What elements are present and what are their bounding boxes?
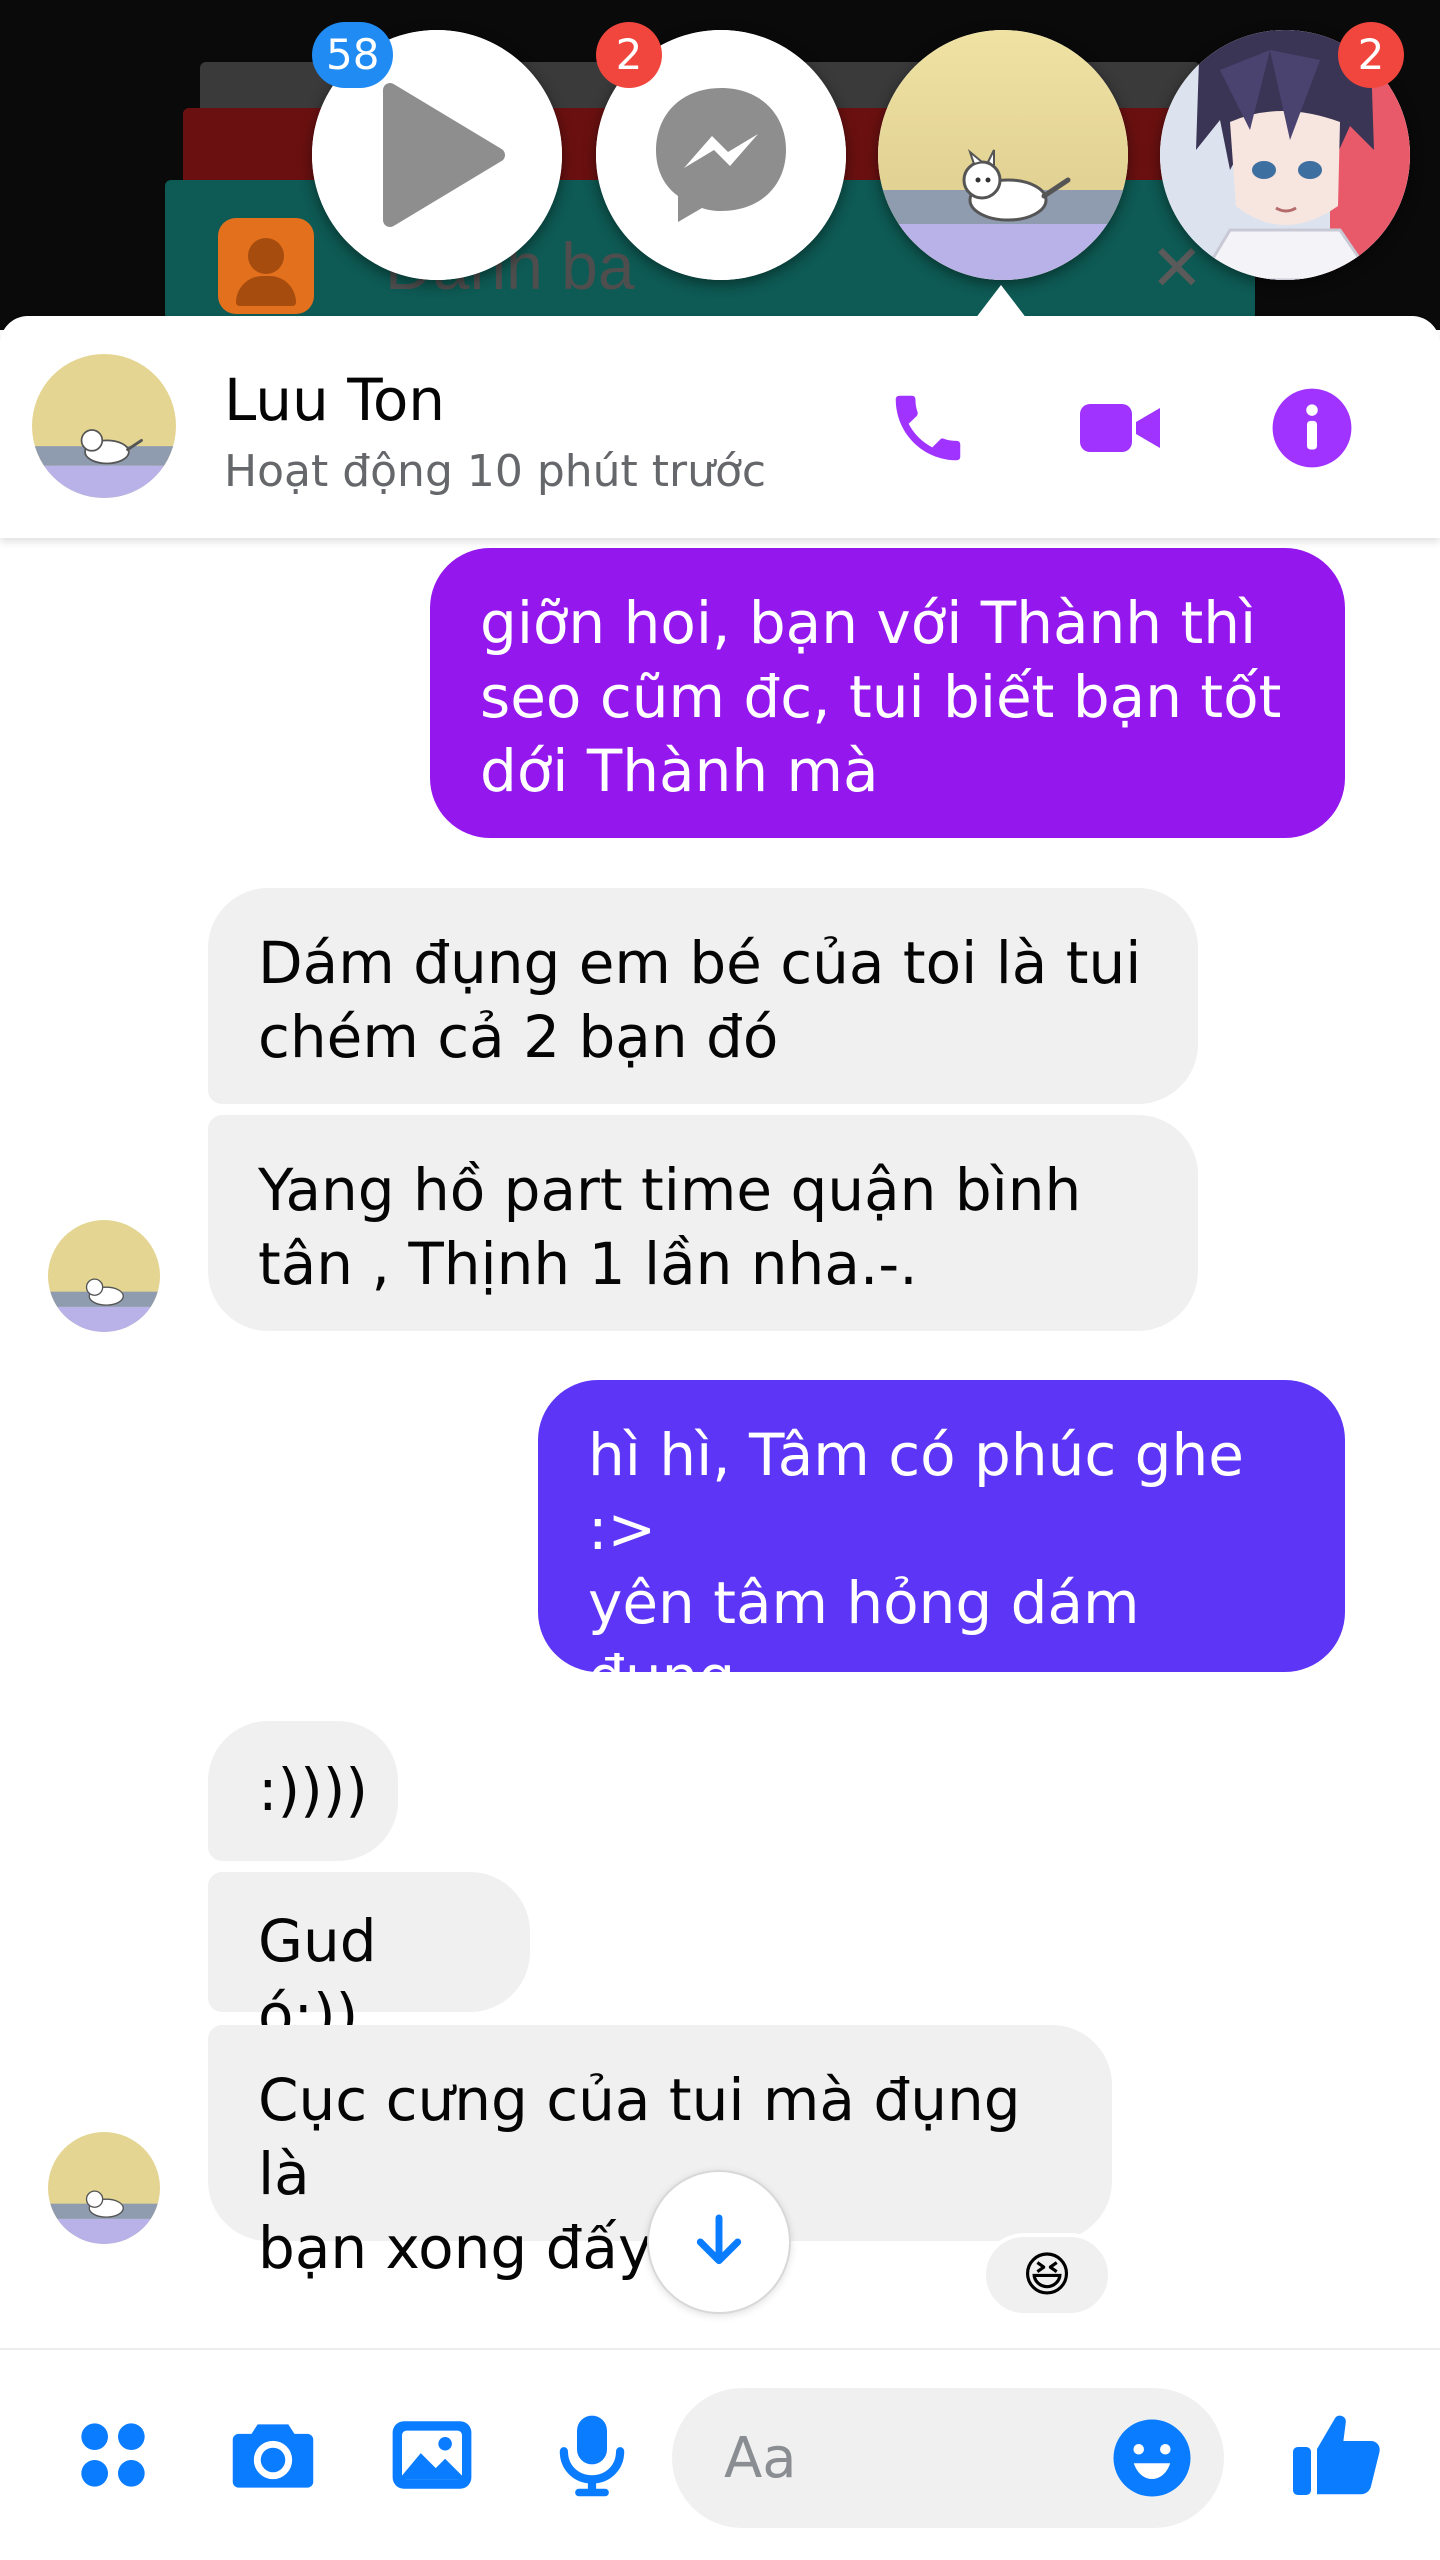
avatar[interactable] [48, 2132, 160, 2244]
camera-button[interactable] [218, 2400, 328, 2510]
phone-icon [895, 395, 961, 461]
more-actions-button[interactable] [58, 2400, 168, 2510]
message-list[interactable]: giỡn hoi, bạn với Thành thì seo cũm đc, … [0, 538, 1440, 2348]
scroll-to-bottom-button[interactable] [647, 2170, 791, 2314]
voice-clip-button[interactable] [537, 2400, 647, 2510]
unread-badge: 2 [1338, 22, 1404, 88]
luu-ton-head[interactable] [878, 30, 1128, 280]
contact-name[interactable]: Luu Ton [224, 366, 445, 434]
info-icon [1272, 388, 1352, 468]
gallery-icon [392, 2421, 472, 2489]
message-input-container [672, 2388, 1224, 2528]
message-incoming[interactable]: Yang hồ part time quận bình tân , Thịnh … [208, 1115, 1198, 1331]
message-incoming[interactable]: :)))) [208, 1721, 398, 1861]
active-status: Hoạt động 10 phút trước [224, 446, 767, 497]
microphone-icon [559, 2415, 625, 2497]
avatar[interactable] [32, 354, 176, 498]
gallery-button[interactable] [377, 2400, 487, 2510]
message-input[interactable] [724, 2418, 1104, 2498]
avatar-cat [878, 30, 1128, 280]
emoji-button[interactable] [1102, 2408, 1202, 2508]
arrow-down-icon [696, 2214, 742, 2265]
video-camera-icon [1080, 404, 1160, 452]
message-incoming[interactable]: Dám đụng em bé của toi là tui chém cả 2 … [208, 888, 1198, 1104]
voice-call-button[interactable] [880, 380, 976, 476]
like-button[interactable] [1282, 2400, 1392, 2510]
message-reaction[interactable]: 😆 [982, 2233, 1112, 2317]
emoji-icon [1113, 2419, 1191, 2497]
message-outgoing[interactable]: giỡn hoi, bạn với Thành thì seo cũm đc, … [430, 548, 1345, 838]
message-composer [0, 2348, 1440, 2560]
thumbs-up-icon [1293, 2415, 1380, 2495]
conversation-info-button[interactable] [1264, 380, 1360, 476]
contacts-app-icon [218, 218, 314, 314]
avatar-cat [48, 2132, 160, 2244]
avatar-cat [32, 354, 176, 498]
unread-badge: 58 [312, 22, 394, 88]
message-outgoing[interactable]: hì hì, Tâm có phúc ghe :> yên tâm hỏng d… [538, 1380, 1345, 1785]
camera-icon [232, 2424, 314, 2488]
unread-badge: 2 [596, 22, 662, 88]
conversation-header: Luu Ton Hoạt động 10 phút trước [0, 316, 1440, 538]
message-incoming[interactable]: Gud ó:)) [208, 1872, 530, 2049]
laughing-emoji-icon: 😆 [1021, 2247, 1073, 2303]
video-call-button[interactable] [1072, 380, 1168, 476]
active-head-pointer [975, 285, 1027, 319]
avatar-cat [48, 1220, 160, 1332]
avatar[interactable] [48, 1220, 160, 1332]
more-icon [81, 2423, 145, 2487]
